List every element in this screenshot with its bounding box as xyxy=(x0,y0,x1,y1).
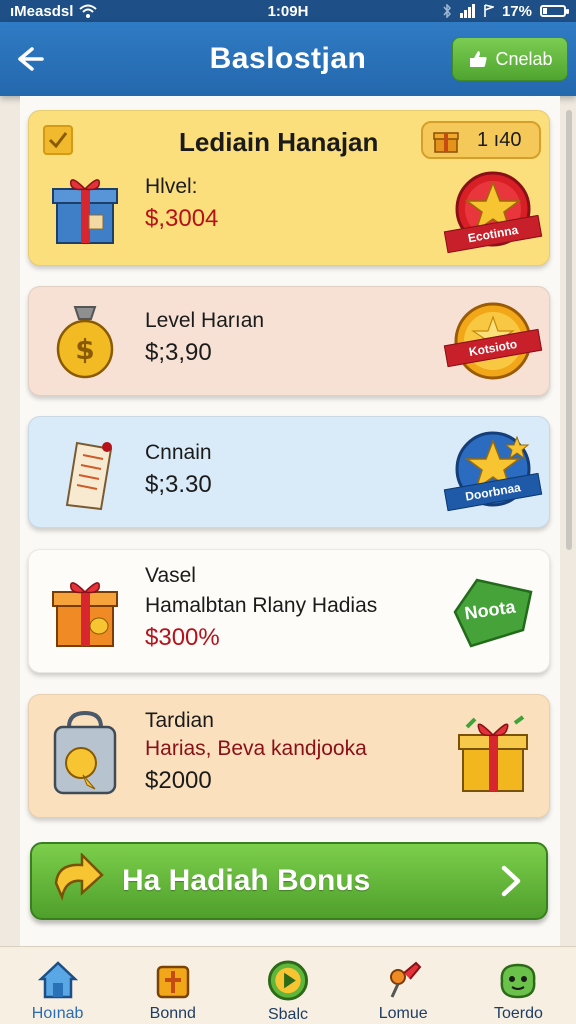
card-price: $;3,90 xyxy=(145,339,212,366)
scrollbar[interactable] xyxy=(566,110,572,550)
card-price: $,3004 xyxy=(145,205,219,232)
badge-seal: Ecotinna xyxy=(443,169,543,254)
bonus-label: Ha Hadiah Bonus xyxy=(122,864,371,897)
battery-percent: 17% xyxy=(501,2,532,20)
chevron-right-icon xyxy=(501,865,521,897)
card-text: Cnnain $;3.30 xyxy=(145,441,212,499)
reward-card-4[interactable]: Vasel Hamalbtan Rlany Hadias $300% Noota xyxy=(28,549,550,673)
reward-card-2[interactable]: $ Level Harıan $;3,90 Kotsioto xyxy=(28,286,550,396)
reward-card-1[interactable]: Lediain Hanajan 1 ı40 Hlvel: $,3004 Ecot… xyxy=(28,110,550,266)
card-price: $;3.30 xyxy=(145,471,212,498)
card-text: Hlvel: $,3004 xyxy=(145,175,218,233)
play-icon xyxy=(267,960,309,1001)
bonus-arrow-icon xyxy=(54,853,104,902)
badge-tag: Noota xyxy=(445,576,535,648)
card-text: Level Harıan $;3,90 xyxy=(145,309,264,367)
counter-pill: 1 ı40 xyxy=(421,121,541,159)
bonus-button[interactable]: Ha Hadiah Bonus xyxy=(30,842,548,920)
status-right: 17% xyxy=(442,2,569,20)
nav-item-play[interactable]: Sbalc xyxy=(230,947,345,1024)
wifi-icon xyxy=(79,4,98,18)
app-header: Baslostjan Cnelab xyxy=(0,22,576,96)
signal-icon xyxy=(459,4,475,18)
nav-label: Toerdo xyxy=(493,1005,543,1022)
back-button[interactable] xyxy=(0,22,60,96)
card-sublabel: Hamalbtan Rlany Hadias xyxy=(145,594,378,617)
nav-item-bonus[interactable]: Bonnd xyxy=(115,947,230,1024)
check-in-button[interactable]: Cnelab xyxy=(452,37,568,81)
bluetooth-icon xyxy=(443,4,451,18)
money-bag-icon: $ xyxy=(56,306,114,379)
flag-icon xyxy=(484,4,494,17)
nav-label: Lomue xyxy=(378,1005,428,1022)
card-price: $300% xyxy=(145,624,220,651)
card-text: Tardian Harias, Beva kandjooka $2000 xyxy=(145,709,367,795)
card-label: Level Harıan xyxy=(145,309,265,332)
thumbs-up-icon xyxy=(470,51,488,67)
battery-icon xyxy=(540,5,569,17)
gift-icon xyxy=(433,132,459,153)
nav-label: Sbalc xyxy=(267,1006,309,1023)
nav-label: Hoınab xyxy=(31,1005,84,1022)
character-icon xyxy=(500,963,536,999)
gift-box-icon xyxy=(458,715,528,792)
card-label: Vasel xyxy=(145,564,196,587)
svg-text:$: $ xyxy=(75,333,94,366)
gift-box-icon xyxy=(52,179,118,244)
card-label: Tardian xyxy=(145,709,214,732)
nav-item-home[interactable]: Hoınab xyxy=(0,947,115,1024)
badge-seal: Kotsioto xyxy=(443,299,543,383)
gift-box-icon xyxy=(52,582,118,647)
carrier-text: ıMeasdsl xyxy=(10,2,74,20)
receipt-icon xyxy=(65,441,113,511)
status-bar: ıMeasdsl 1:09H 17% xyxy=(0,0,576,22)
card-price: $2000 xyxy=(145,767,212,794)
card-sublabel: Harias, Beva kandjooka xyxy=(145,737,367,760)
check-in-label: Cnelab xyxy=(495,48,553,69)
nav-item-location[interactable]: Lomue xyxy=(346,947,461,1024)
badge-seal: Doorbnaa xyxy=(443,429,543,517)
bottom-nav: Hoınab Bonnd Sbalc Lomue Toerdo xyxy=(0,946,576,1024)
shopping-bag-icon xyxy=(53,710,117,795)
card-heading: Lediain Hanajan xyxy=(179,127,379,157)
card-label: Cnnain xyxy=(145,441,212,464)
reward-card-5[interactable]: Tardian Harias, Beva kandjooka $2000 xyxy=(28,694,550,818)
nav-item-profile[interactable]: Toerdo xyxy=(461,947,576,1024)
reward-card-3[interactable]: Cnnain $;3.30 Doorbnaa xyxy=(28,416,550,528)
counter-value: 1 ı40 xyxy=(477,128,522,151)
home-icon xyxy=(37,961,78,999)
bonus-box-icon xyxy=(156,965,190,999)
card-text: Vasel Hamalbtan Rlany Hadias $300% xyxy=(145,564,377,652)
back-arrow-icon xyxy=(18,47,44,71)
nav-label: Bonnd xyxy=(149,1005,196,1022)
status-left: ıMeasdsl xyxy=(10,2,98,20)
checkbox-icon[interactable] xyxy=(43,125,73,155)
card-label: Hlvel: xyxy=(145,175,198,198)
pin-icon xyxy=(390,961,422,998)
